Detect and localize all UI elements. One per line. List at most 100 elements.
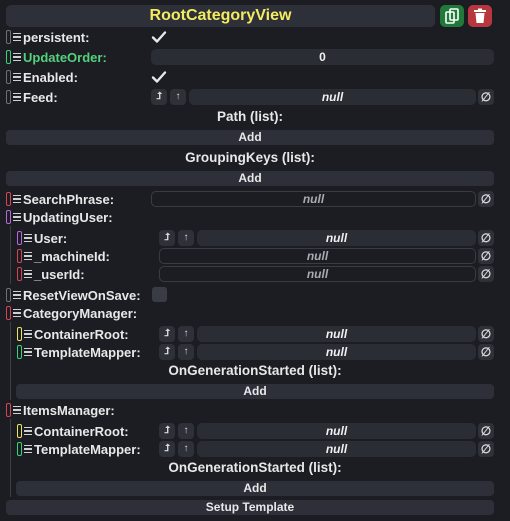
drag-handle-icon[interactable] — [13, 92, 21, 102]
category-manager-label: CategoryManager: — [23, 305, 138, 321]
drag-handle-icon[interactable] — [24, 269, 32, 279]
setup-template-button[interactable]: Setup Template — [6, 500, 494, 515]
cm-template-mapper-up-button[interactable]: ↑ — [178, 344, 194, 360]
drag-handle-icon[interactable] — [24, 347, 32, 357]
im-template-mapper-null-button[interactable]: ∅ — [478, 441, 494, 457]
user-up-button[interactable]: ↑ — [178, 230, 194, 246]
im-container-root-field[interactable]: null — [197, 423, 476, 439]
im-container-root-jump-button[interactable]: ⮥ — [159, 423, 175, 439]
cm-on-generation-started-add-button[interactable]: Add — [16, 384, 494, 399]
drag-handle-icon[interactable] — [13, 32, 21, 42]
category-manager-indent-line — [10, 322, 11, 400]
trash-icon — [474, 8, 486, 23]
drag-handle-icon[interactable] — [13, 212, 21, 222]
feed-up-button[interactable]: ↑ — [170, 89, 186, 105]
im-container-root-label: ContainerRoot: — [34, 423, 129, 439]
field-color-swatch — [6, 192, 11, 206]
cm-template-mapper-null-button[interactable]: ∅ — [478, 344, 494, 360]
path-add-button[interactable]: Add — [6, 130, 494, 145]
search-phrase-null-button[interactable]: ∅ — [478, 191, 494, 207]
cm-template-mapper-label: TemplateMapper: — [34, 344, 141, 360]
user-field[interactable]: null — [197, 230, 476, 246]
user-null-button[interactable]: ∅ — [478, 230, 494, 246]
drag-handle-icon[interactable] — [24, 233, 32, 243]
field-color-swatch — [6, 288, 11, 302]
im-on-generation-started-add-button[interactable]: Add — [16, 481, 494, 496]
feed-null-button[interactable]: ∅ — [478, 89, 494, 105]
feed-field[interactable]: null — [189, 89, 476, 105]
duplicate-icon — [445, 8, 459, 24]
search-phrase-row: SearchPhrase: — [6, 190, 114, 208]
user-row: User: — [17, 229, 67, 247]
im-container-root-up-button[interactable]: ↑ — [178, 423, 194, 439]
im-template-mapper-jump-button[interactable]: ⮥ — [159, 441, 175, 457]
drag-handle-icon[interactable] — [13, 52, 21, 62]
cm-on-generation-started-heading: OnGenerationStarted (list): — [168, 363, 342, 378]
reset-view-on-save-label: ResetViewOnSave: — [23, 287, 141, 303]
persistent-label: persistent: — [23, 29, 90, 45]
drag-handle-icon[interactable] — [13, 194, 21, 204]
cm-template-mapper-field[interactable]: null — [197, 344, 476, 360]
feed-jump-button[interactable]: ⮥ — [151, 89, 167, 105]
drag-handle-icon[interactable] — [13, 308, 21, 318]
field-color-swatch — [17, 249, 22, 263]
im-template-mapper-up-button[interactable]: ↑ — [178, 441, 194, 457]
field-color-swatch — [6, 50, 11, 64]
drag-handle-icon[interactable] — [24, 426, 32, 436]
search-phrase-field[interactable]: null — [151, 191, 476, 207]
update-order-field[interactable]: 0 — [151, 49, 494, 65]
cm-container-root-null-button[interactable]: ∅ — [478, 326, 494, 342]
cm-container-root-jump-button[interactable]: ⮥ — [159, 326, 175, 342]
user-id-null-button[interactable]: ∅ — [478, 266, 494, 282]
component-title: RootCategoryView — [6, 5, 435, 27]
cm-template-mapper-row: TemplateMapper: — [17, 343, 141, 361]
machine-id-label: _machineId: — [34, 248, 110, 264]
field-color-swatch — [6, 210, 11, 224]
drag-handle-icon[interactable] — [24, 444, 32, 454]
field-color-swatch — [17, 424, 22, 438]
drag-handle-icon[interactable] — [13, 290, 21, 300]
path-list-heading: Path (list): — [217, 109, 283, 124]
feed-row: Feed: — [6, 88, 58, 106]
drag-handle-icon[interactable] — [13, 405, 21, 415]
updating-user-row: UpdatingUser: — [6, 208, 113, 226]
field-color-swatch — [17, 345, 22, 359]
drag-handle-icon[interactable] — [13, 72, 21, 82]
persistent-checkbox[interactable] — [151, 29, 167, 45]
enabled-checkbox[interactable] — [151, 69, 167, 85]
user-jump-button[interactable]: ⮥ — [159, 230, 175, 246]
field-color-swatch — [17, 442, 22, 456]
enabled-row: Enabled: — [6, 68, 78, 86]
delete-button[interactable] — [468, 5, 492, 27]
im-container-root-row: ContainerRoot: — [17, 422, 129, 440]
im-template-mapper-field[interactable]: null — [197, 441, 476, 457]
machine-id-field[interactable]: null — [159, 248, 476, 264]
user-id-label: _userId: — [34, 266, 85, 282]
field-color-swatch — [6, 90, 11, 104]
items-manager-label: ItemsManager: — [23, 402, 115, 418]
duplicate-button[interactable] — [440, 5, 464, 27]
grouping-keys-add-button[interactable]: Add — [6, 171, 494, 186]
im-container-root-null-button[interactable]: ∅ — [478, 423, 494, 439]
grouping-keys-list-heading: GroupingKeys (list): — [185, 150, 315, 165]
im-template-mapper-row: TemplateMapper: — [17, 440, 141, 458]
cm-container-root-field[interactable]: null — [197, 326, 476, 342]
user-id-field[interactable]: null — [159, 266, 476, 282]
cm-template-mapper-jump-button[interactable]: ⮥ — [159, 344, 175, 360]
reset-view-on-save-checkbox[interactable] — [152, 287, 167, 302]
update-order-label: UpdateOrder: — [23, 49, 107, 65]
updating-user-label: UpdatingUser: — [23, 209, 113, 225]
machine-id-null-button[interactable]: ∅ — [478, 248, 494, 264]
user-label: User: — [34, 230, 68, 246]
field-color-swatch — [17, 267, 22, 281]
items-manager-indent-line — [10, 419, 11, 497]
cm-container-root-up-button[interactable]: ↑ — [178, 326, 194, 342]
search-phrase-label: SearchPhrase: — [23, 191, 115, 207]
im-on-generation-started-heading: OnGenerationStarted (list): — [168, 460, 342, 475]
category-manager-row: CategoryManager: — [6, 304, 137, 322]
items-manager-row: ItemsManager: — [6, 401, 115, 419]
persistent-row: persistent: — [6, 28, 89, 46]
field-color-swatch — [6, 30, 11, 44]
drag-handle-icon[interactable] — [24, 329, 32, 339]
drag-handle-icon[interactable] — [24, 251, 32, 261]
